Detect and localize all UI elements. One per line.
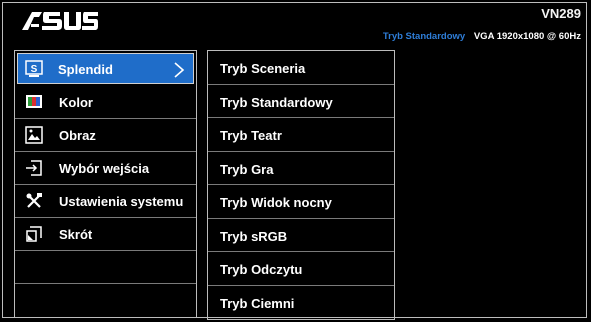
splendid-submenu: Tryb Sceneria Tryb Standardowy Tryb Teat… xyxy=(207,50,395,320)
image-icon xyxy=(25,126,43,144)
menu-item-label: Skrót xyxy=(59,227,93,242)
menu-item-label: Ustawienia systemu xyxy=(59,194,184,209)
submenu-item-label: Tryb Sceneria xyxy=(220,61,306,76)
menu-item-system-settings[interactable]: Ustawienia systemu xyxy=(15,185,196,218)
submenu-item-game[interactable]: Tryb Gra xyxy=(208,152,394,185)
submenu-item-darkroom[interactable]: Tryb Ciemni xyxy=(208,286,394,320)
input-select-icon xyxy=(25,159,43,177)
signal-info: VGA 1920x1080 @ 60Hz xyxy=(473,31,581,42)
splendid-icon: S xyxy=(25,60,43,78)
submenu-item-night-view[interactable]: Tryb Widok nocny xyxy=(208,185,394,219)
tools-icon xyxy=(25,192,43,210)
menu-item-empty xyxy=(15,251,196,284)
submenu-item-label: Tryb sRGB xyxy=(220,228,288,244)
menu-item-label: Wybór wejścia xyxy=(59,161,150,176)
submenu-item-label: Tryb Ciemni xyxy=(220,295,295,311)
submenu-item-label: Tryb Standardowy xyxy=(220,94,333,110)
svg-text:S: S xyxy=(31,64,38,75)
menu-item-color[interactable]: Kolor xyxy=(15,86,196,119)
submenu-item-label: Tryb Gra xyxy=(220,161,274,177)
submenu-item-label: Tryb Odczytu xyxy=(220,262,303,277)
submenu-item-reading[interactable]: Tryb Odczytu xyxy=(208,252,394,286)
submenu-item-standard[interactable]: Tryb Standardowy xyxy=(208,85,394,118)
main-menu: S Splendid Kolor Obraz Wybór wejścia Ust… xyxy=(14,50,197,318)
submenu-item-theater[interactable]: Tryb Teatr xyxy=(208,118,394,152)
model-name: VN289 xyxy=(541,6,581,21)
current-mode: Tryb Standardowy xyxy=(382,31,466,42)
menu-item-image[interactable]: Obraz xyxy=(15,119,196,152)
submenu-item-label: Tryb Widok nocny xyxy=(220,195,332,210)
menu-item-input-select[interactable]: Wybór wejścia xyxy=(15,152,196,185)
status-bar: Tryb Standardowy VGA 1920x1080 @ 60Hz xyxy=(383,31,581,42)
submenu-item-label: Tryb Teatr xyxy=(220,128,282,143)
menu-item-label: Kolor xyxy=(59,95,93,110)
color-icon xyxy=(25,93,43,111)
submenu-item-srgb[interactable]: Tryb sRGB xyxy=(208,219,394,252)
menu-item-shortcut[interactable]: Skrót xyxy=(15,218,196,251)
menu-item-label: Obraz xyxy=(59,128,96,143)
menu-item-label: Splendid xyxy=(58,62,113,77)
menu-item-splendid[interactable]: S Splendid xyxy=(17,53,194,84)
menu-item-empty xyxy=(15,284,196,317)
chevron-right-icon xyxy=(173,61,185,79)
submenu-item-scenery[interactable]: Tryb Sceneria xyxy=(208,51,394,85)
asus-logo xyxy=(22,12,98,35)
shortcut-icon xyxy=(25,225,43,243)
